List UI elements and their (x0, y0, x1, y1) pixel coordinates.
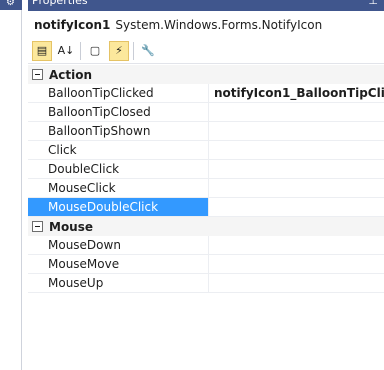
event-name: BalloonTipClicked (48, 86, 154, 100)
properties-icon: ▢ (89, 44, 101, 57)
collapse-icon[interactable] (32, 69, 43, 80)
gear-icon[interactable]: ⚙ (6, 0, 15, 9)
events-button[interactable]: ⚡ (109, 40, 129, 61)
categorized-button[interactable]: ▤ (32, 40, 52, 61)
toolbar-separator (80, 41, 81, 60)
properties-button[interactable]: ▢ (85, 41, 105, 61)
event-name: Click (48, 143, 77, 157)
category-action[interactable]: Action (28, 65, 384, 84)
left-dock-strip: ⚙ (0, 0, 22, 370)
event-row-mousedoubleclick[interactable]: MouseDoubleClick (28, 198, 384, 217)
toolbar-separator (133, 41, 134, 60)
properties-panel: Properties ⊥ notifyIcon1 System.Windows.… (28, 0, 384, 370)
alphabetical-button[interactable]: A↓ (56, 41, 76, 61)
panel-title: Properties (32, 0, 88, 7)
events-icon: ⚡ (115, 44, 123, 57)
event-name: MouseMove (48, 257, 120, 271)
event-row-mousemove[interactable]: MouseMove (28, 255, 384, 274)
collapse-icon[interactable] (32, 221, 43, 232)
properties-toolbar: ▤ A↓ ▢ ⚡ 🔧 (28, 38, 384, 64)
wrench-icon: 🔧 (141, 44, 155, 57)
object-name: notifyIcon1 (34, 18, 111, 32)
event-row-click[interactable]: Click (28, 141, 384, 160)
category-label: Action (49, 67, 93, 82)
left-dock-header: ⚙ (0, 0, 22, 10)
event-handler-value[interactable]: notifyIcon1_BalloonTipClicked (214, 86, 384, 100)
event-name: MouseUp (48, 276, 104, 290)
event-row-doubleclick[interactable]: DoubleClick (28, 160, 384, 179)
categorized-icon: ▤ (36, 44, 48, 57)
event-row-balloontipshown[interactable]: BalloonTipShown (28, 122, 384, 141)
event-row-balloontipclosed[interactable]: BalloonTipClosed (28, 103, 384, 122)
category-mouse[interactable]: Mouse (28, 217, 384, 236)
event-row-mouseclick[interactable]: MouseClick (28, 179, 384, 198)
event-name: MouseDoubleClick (48, 200, 159, 214)
event-name: MouseClick (48, 181, 116, 195)
properties-titlebar[interactable]: Properties ⊥ (28, 0, 384, 11)
property-grid: Action BalloonTipClicked notifyIcon1_Bal… (28, 65, 384, 293)
event-name: MouseDown (48, 238, 121, 252)
object-type: System.Windows.Forms.NotifyIcon (115, 18, 323, 32)
pin-icon[interactable]: ⊥ (368, 0, 378, 8)
event-name: DoubleClick (48, 162, 120, 176)
event-name: BalloonTipClosed (48, 105, 151, 119)
alphabetical-icon: A↓ (57, 44, 75, 57)
property-pages-button[interactable]: 🔧 (138, 41, 158, 61)
category-label: Mouse (49, 219, 94, 234)
event-row-mouseup[interactable]: MouseUp (28, 274, 384, 293)
event-row-mousedown[interactable]: MouseDown (28, 236, 384, 255)
object-selector[interactable]: notifyIcon1 System.Windows.Forms.NotifyI… (28, 13, 384, 37)
event-row-balloontipclicked[interactable]: BalloonTipClicked notifyIcon1_BalloonTip… (28, 84, 384, 103)
event-name: BalloonTipShown (48, 124, 151, 138)
